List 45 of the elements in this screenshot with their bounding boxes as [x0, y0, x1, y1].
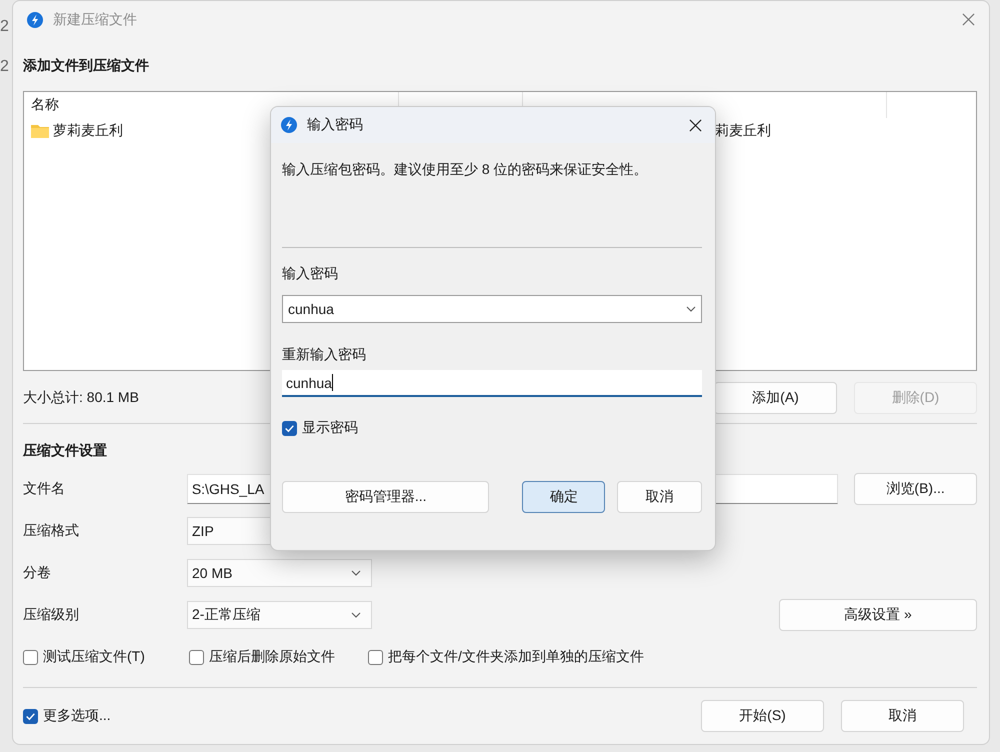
checkbox-label: 显示密码 [302, 419, 358, 437]
app-logo-icon [281, 117, 297, 133]
dialog-title: 输入密码 [307, 116, 364, 134]
field-label: 文件名 [23, 480, 66, 498]
dialog-button[interactable]: 密码管理器... [282, 481, 490, 513]
field-button[interactable]: 浏览(B)... [854, 473, 978, 505]
field-label: 重新输入密码 [282, 345, 367, 364]
dropdown[interactable]: 2-正常压缩 [187, 601, 372, 629]
dialog-button[interactable]: 开始(S) [701, 700, 824, 732]
folder-path: 莉麦丘利 [715, 122, 771, 138]
checkbox[interactable] [23, 708, 38, 724]
field-label: 压缩格式 [23, 522, 80, 540]
field-label: 压缩级别 [23, 606, 80, 624]
password-combobox[interactable]: cunhua [282, 295, 702, 323]
checkbox[interactable] [189, 650, 204, 664]
section-title: 压缩文件设置 [23, 441, 108, 460]
password-field[interactable]: cunhua [282, 370, 702, 397]
chevron-icon [351, 612, 361, 618]
checkbox[interactable] [282, 420, 297, 436]
dialog-button[interactable]: 取消 [617, 481, 702, 513]
close-icon[interactable] [689, 118, 702, 132]
chevron-icon [686, 306, 696, 312]
background-text: 2 [0, 18, 10, 36]
checkbox-label: 更多选项... [43, 707, 111, 725]
folder-icon [31, 124, 49, 138]
checkbox[interactable] [368, 650, 383, 664]
background-text: 2 [0, 58, 10, 76]
dialog-description: 输入压缩包密码。建议使用至少 8 位的密码来保证安全性。 [282, 160, 649, 179]
file-name[interactable]: 萝莉麦丘利 [53, 122, 123, 140]
checkbox-label: 压缩后删除原始文件 [209, 648, 335, 666]
field-label: 输入密码 [282, 264, 339, 283]
app-logo-icon [27, 12, 43, 28]
checkbox-label: 把每个文件/文件夹添加到单独的压缩文件 [388, 648, 644, 666]
section-title: 添加文件到压缩文件 [23, 56, 150, 75]
dialog-button[interactable]: 确定 [522, 481, 606, 513]
checkbox-label: 测试压缩文件(T) [43, 648, 145, 666]
total-size: 大小总计: 80.1 MB [23, 389, 139, 407]
field-button[interactable]: 高级设置 » [779, 599, 977, 631]
list-button[interactable]: 添加(A) [714, 382, 837, 414]
dialog-button[interactable]: 取消 [841, 700, 964, 732]
dropdown[interactable]: 20 MB [187, 559, 372, 587]
field-label: 分卷 [23, 564, 52, 582]
window-title: 新建压缩文件 [53, 10, 138, 28]
checkbox[interactable] [23, 650, 38, 664]
chevron-icon [351, 570, 361, 576]
